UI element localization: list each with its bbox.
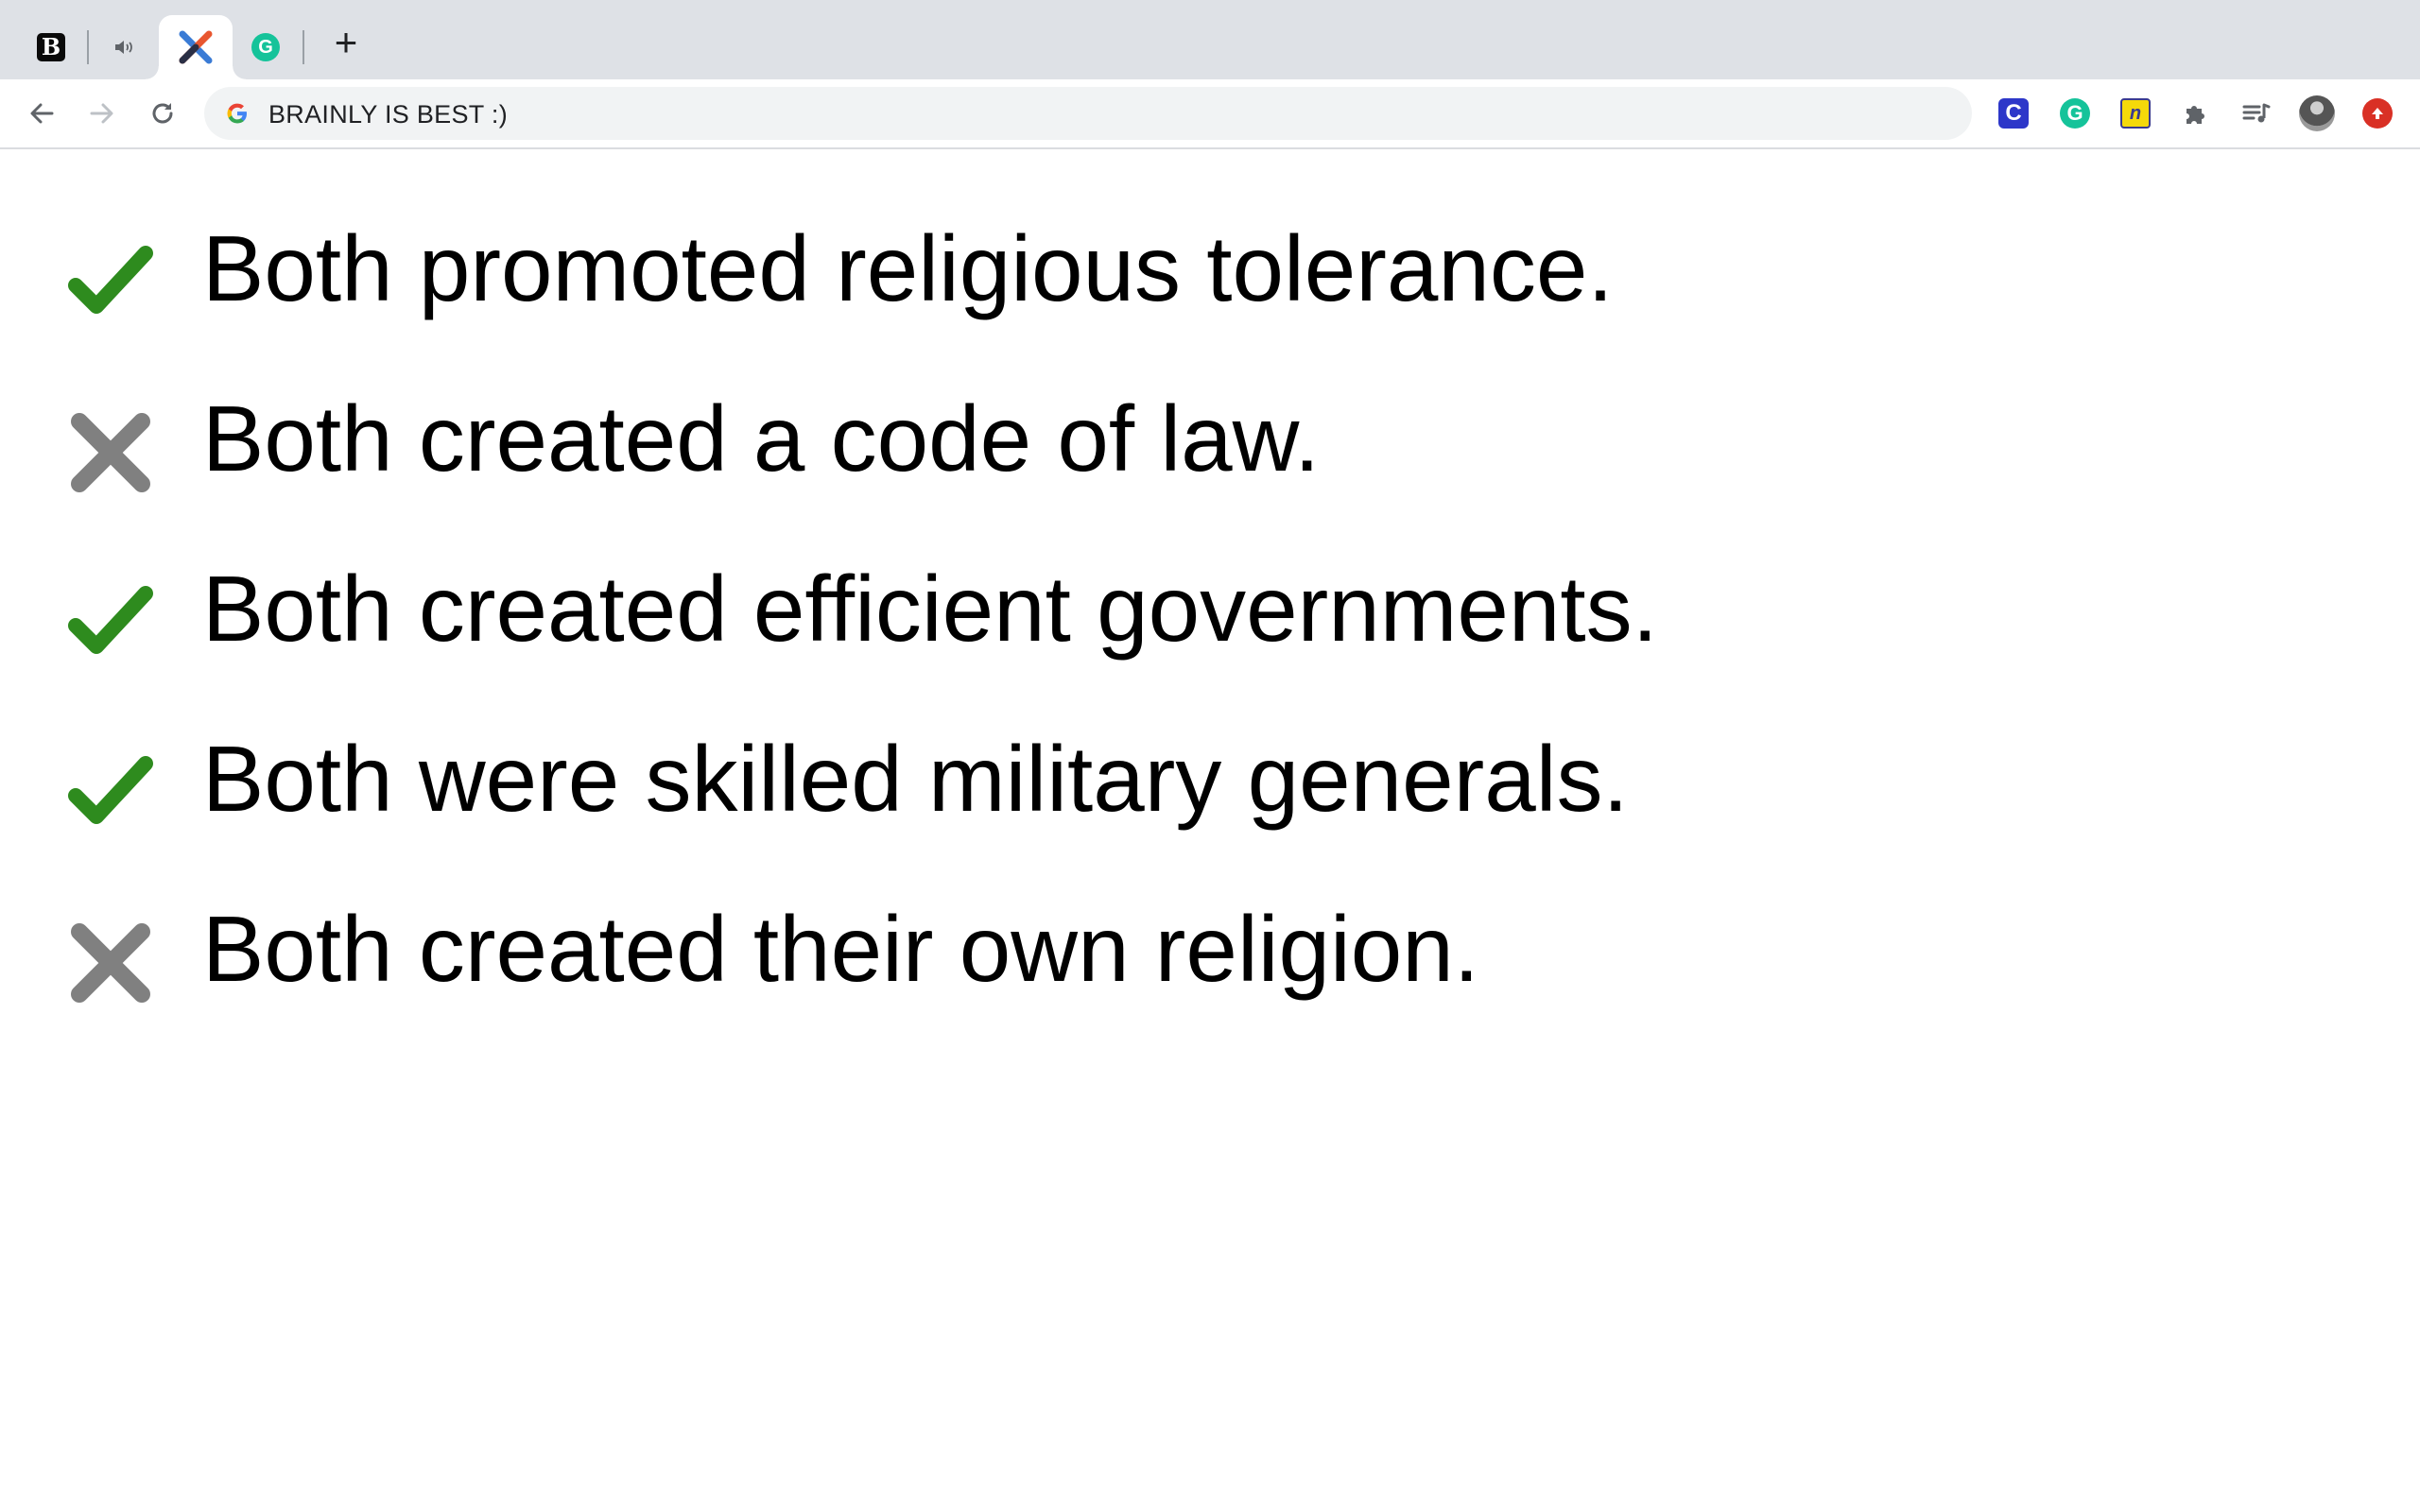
extensions-button[interactable] [2179, 96, 2213, 130]
grammarly-extension-button[interactable]: G [2058, 96, 2092, 130]
media-queue-icon [2242, 103, 2271, 123]
grammarly-icon: G [251, 33, 280, 61]
brainly-b-icon: B [37, 33, 65, 61]
update-button[interactable] [2360, 96, 2394, 130]
update-icon [2362, 98, 2393, 129]
back-button[interactable] [21, 93, 62, 134]
grammarly-extension-icon: G [2060, 98, 2090, 129]
c-extension-button[interactable]: C [1996, 96, 2031, 130]
forward-arrow-icon [90, 103, 113, 124]
puzzle-icon [2187, 106, 2204, 124]
x-mark-icon [71, 413, 150, 492]
answer-row: Both promoted religious tolerance. [0, 212, 1796, 325]
answer-row: Both were skilled military generals. [0, 722, 1796, 835]
answer-text: Both created a code of law. [202, 387, 1321, 490]
tab-separator [302, 30, 304, 64]
tab-grammarly[interactable]: G [240, 15, 291, 79]
tab-brainly[interactable]: B [23, 15, 79, 79]
google-g-icon [227, 103, 247, 124]
checkmark-icon [68, 756, 153, 824]
checkmark-icon [68, 246, 153, 314]
profile-button[interactable] [2298, 95, 2336, 131]
answer-row: Both created their own religion. [0, 892, 1796, 1005]
address-bar[interactable]: BRAINLY IS BEST :) [204, 87, 1972, 140]
answer-text: Both were skilled military generals. [202, 727, 1629, 831]
answer-text: Both created their own religion. [202, 897, 1479, 1001]
answer-text: Both promoted religious tolerance. [202, 216, 1614, 320]
answer-row: Both created a code of law. [0, 382, 1796, 495]
browser-toolbar: BRAINLY IS BEST :) C G n [0, 79, 2420, 149]
n-extension-button[interactable]: n [2118, 96, 2152, 130]
n-extension-icon: n [2120, 98, 2151, 129]
forward-button[interactable] [81, 93, 123, 134]
new-tab-button[interactable]: + [327, 23, 365, 62]
checkmark-icon [68, 586, 153, 654]
x-logo-icon [179, 30, 213, 64]
reload-button[interactable] [142, 93, 183, 134]
answer-text: Both created efficient governments. [202, 557, 1658, 661]
answer-row: Both created efficient governments. [0, 552, 1796, 665]
address-bar-text: BRAINLY IS BEST :) [268, 100, 508, 129]
speaker-icon [115, 41, 132, 54]
tab-strip: B G + [0, 0, 2420, 79]
profile-avatar [2299, 95, 2335, 131]
tab-separator [87, 30, 89, 64]
c-extension-icon: C [1998, 98, 2029, 129]
back-arrow-icon [30, 103, 54, 124]
tab-muted[interactable] [98, 15, 149, 79]
media-queue-button[interactable] [2239, 96, 2273, 130]
tab-active[interactable] [146, 15, 246, 79]
reload-icon [152, 103, 173, 124]
x-mark-icon [71, 923, 150, 1003]
